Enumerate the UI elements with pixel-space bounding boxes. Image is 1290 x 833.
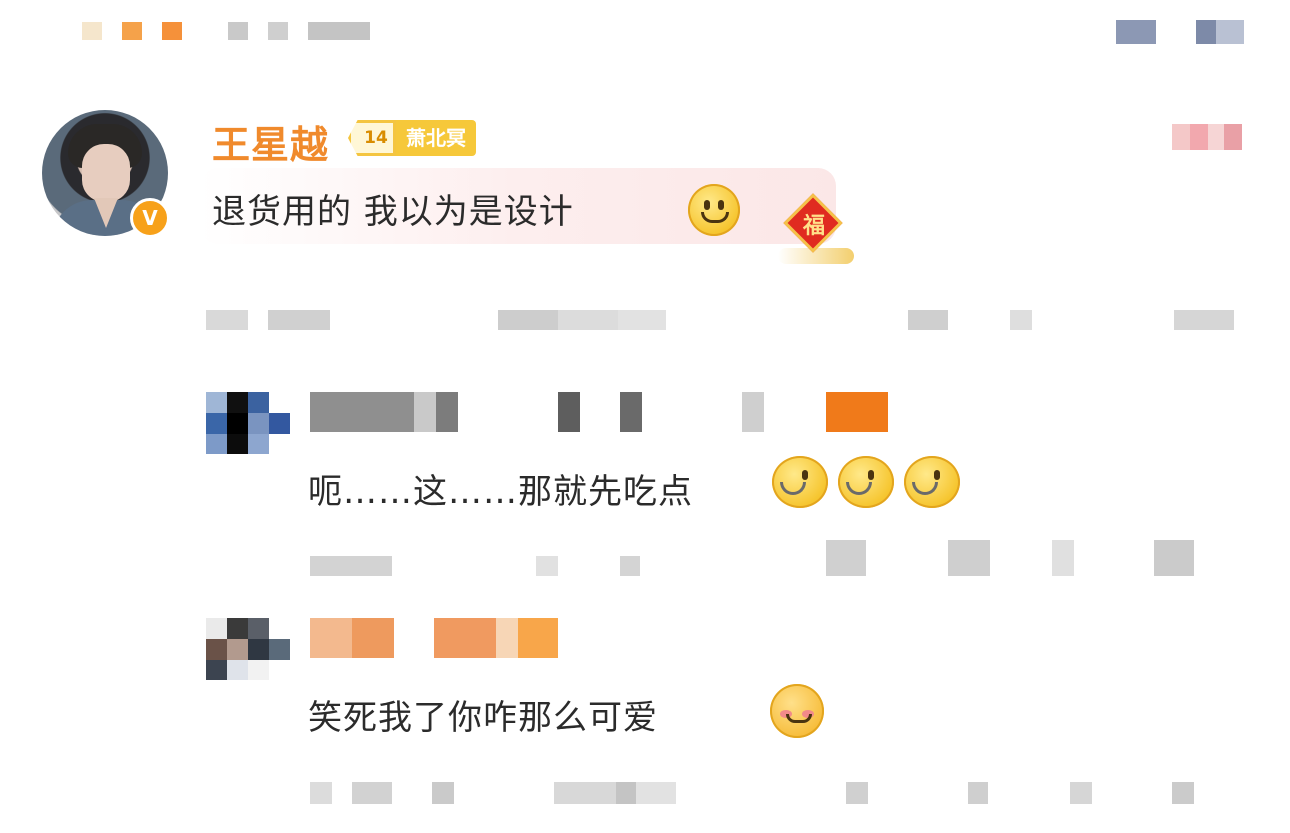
fan-club-name: 萧北冥	[396, 120, 476, 156]
reply2-avatar[interactable]	[206, 618, 290, 680]
eating-emoji-icon	[904, 456, 960, 508]
eating-emoji-icon	[838, 456, 894, 508]
top-blurred-bar	[82, 22, 392, 40]
reply2-actions-blurred[interactable]	[846, 782, 1242, 804]
comment-text: 退货用的 我以为是设计	[212, 192, 574, 232]
shy-emoji-icon	[770, 684, 824, 738]
reply1-text: 呃……这……那就先吃点	[308, 472, 693, 512]
reply2-username-blurred[interactable]	[310, 618, 558, 658]
author-name[interactable]: 王星越	[212, 114, 329, 169]
fan-level: 14	[348, 120, 396, 156]
fu-decoration-icon: 福	[778, 193, 854, 266]
smile-emoji-icon	[688, 184, 740, 236]
verified-icon: V	[130, 198, 170, 238]
top-right-blurred	[1116, 20, 1244, 44]
reply2-meta-blurred	[310, 782, 740, 804]
reply1-meta-blurred	[310, 556, 640, 576]
fan-badge[interactable]: 14 萧北冥	[348, 120, 476, 156]
reply1-username-blurred[interactable]	[310, 392, 888, 432]
eating-emoji-icon	[772, 456, 828, 508]
top-like-blurred[interactable]	[1172, 124, 1242, 150]
comment-actions-blurred[interactable]	[908, 310, 1244, 330]
reply1-actions-blurred[interactable]	[826, 540, 1246, 576]
comment-meta-blurred	[206, 310, 666, 330]
reply2-text: 笑死我了你咋那么可爱	[308, 698, 658, 738]
reply1-avatar[interactable]	[206, 392, 290, 454]
